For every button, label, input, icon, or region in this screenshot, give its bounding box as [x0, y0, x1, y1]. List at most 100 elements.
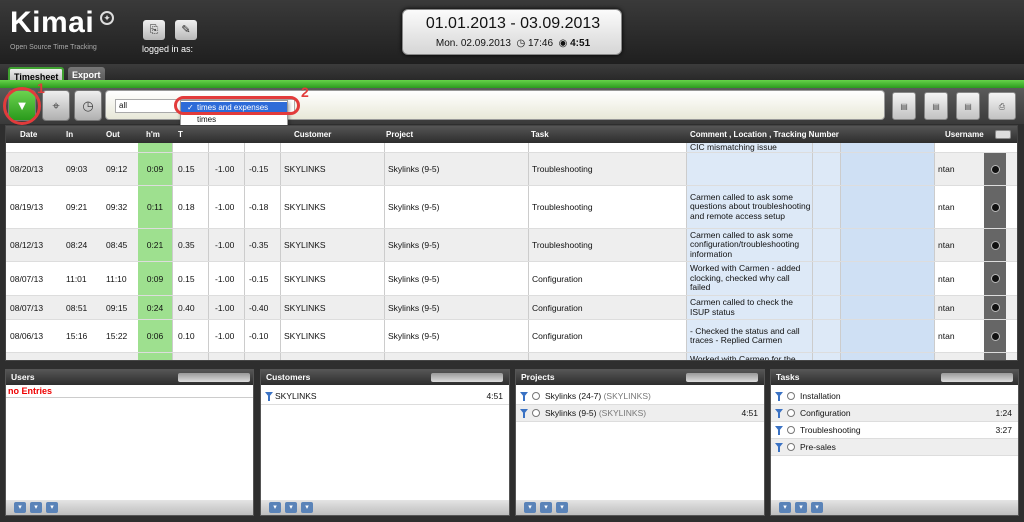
item-time: 4:51 [741, 408, 758, 418]
export-csv-icon[interactable]: ▤ [956, 92, 980, 120]
annotation-number-2: 2 [301, 84, 309, 100]
list-item[interactable]: SKYLINKS 4:51 [261, 388, 509, 405]
tasks-filter-icon-3[interactable]: ▾ [811, 502, 823, 513]
col-project[interactable]: Project [386, 126, 466, 143]
location-button[interactable]: ⌖ [42, 90, 70, 121]
filter-funnel-icon[interactable] [775, 443, 783, 452]
customers-filter-icon-3[interactable]: ▾ [301, 502, 313, 513]
table-row[interactable]: 08/07/13 11:01 11:10 0:09 0.15 -1.00 -0.15 SKYL… [6, 262, 1017, 296]
cell-action[interactable] [984, 229, 1006, 261]
col-out[interactable]: Out [106, 126, 136, 143]
customers-filter-icon[interactable]: ▾ [269, 502, 281, 513]
select-radio[interactable] [787, 426, 795, 434]
select-radio[interactable] [532, 392, 540, 400]
cell-amount: -0.18 [244, 186, 280, 228]
cell-action[interactable] [984, 153, 1006, 185]
table-row[interactable]: 08/12/13 08:24 08:45 0:21 0.35 -1.00 -0.35 SKYL… [6, 229, 1017, 262]
filter-funnel-icon[interactable] [520, 409, 528, 418]
list-item[interactable]: Installation [771, 388, 1018, 405]
col-task[interactable]: Task [531, 126, 611, 143]
select-radio[interactable] [787, 443, 795, 451]
col-comment[interactable]: Comment , Location , Tracking Number [690, 126, 890, 143]
cell-t: 0.10 [172, 320, 208, 352]
table-row[interactable]: CIC mismatching issue [6, 143, 1017, 153]
date-range-box[interactable]: 01.01.2013 - 03.09.2013 Mon. 02.09.2013 … [402, 9, 622, 55]
col-t[interactable]: T [178, 126, 188, 143]
users-filter-icon-3[interactable]: ▾ [46, 502, 58, 513]
list-item[interactable]: Pre-sales [771, 439, 1018, 456]
users-search-input[interactable] [178, 373, 250, 382]
users-filter-icon[interactable]: ▾ [14, 502, 26, 513]
annotation-ring-2 [174, 96, 300, 115]
cell-customer [280, 143, 384, 152]
filter-funnel-icon[interactable] [775, 392, 783, 401]
projects-filter-icon-2[interactable]: ▾ [540, 502, 552, 513]
settings-wrench-icon[interactable]: ✎ [175, 20, 197, 40]
record-action-icon[interactable] [991, 360, 1000, 361]
customers-search-input[interactable] [431, 373, 503, 382]
filter-funnel-icon[interactable] [775, 426, 783, 435]
cell-customer: SKYLINKS [280, 262, 384, 295]
cell-project: Skylinks (9-5) [384, 296, 528, 319]
table-row[interactable]: 08/19/13 09:21 09:32 0:11 0.18 -1.00 -0.18 SKYL… [6, 186, 1017, 229]
column-toggle-icon[interactable] [995, 130, 1011, 139]
select-radio[interactable] [787, 392, 795, 400]
item-customer: (SKYLINKS) [596, 408, 647, 418]
list-item[interactable]: Configuration 1:24 [771, 405, 1018, 422]
table-row[interactable]: 08/06/13 15:16 15:22 0:06 0.10 -1.00 -0.10 SKYL… [6, 320, 1017, 353]
col-in[interactable]: In [66, 126, 96, 143]
cell-action[interactable] [984, 262, 1006, 295]
cell-out: 08:45 [106, 240, 128, 250]
preferences-icon[interactable]: ⎘ [143, 20, 165, 40]
cell-in: 08:51 [66, 302, 88, 313]
cell-action[interactable] [984, 320, 1006, 352]
col-customer[interactable]: Customer [294, 126, 374, 143]
cell-hm: 0:09 [138, 153, 172, 185]
projects-filter-icon-3[interactable]: ▾ [556, 502, 568, 513]
option-times[interactable]: times [181, 114, 287, 125]
filter-funnel-icon[interactable] [265, 392, 273, 401]
projects-filter-icon[interactable]: ▾ [524, 502, 536, 513]
record-action-icon[interactable] [990, 240, 1000, 250]
cell-action[interactable] [984, 186, 1006, 228]
col-date[interactable]: Date [20, 126, 50, 143]
export-xls-icon[interactable]: ▤ [924, 92, 948, 120]
cell-action[interactable] [984, 296, 1006, 319]
cell-action[interactable] [984, 353, 1006, 361]
customers-filter-icon-2[interactable]: ▾ [285, 502, 297, 513]
list-item[interactable]: Skylinks (24-7) (SKYLINKS) [516, 388, 764, 405]
table-row[interactable]: 08/07/13 08:51 09:15 0:24 0.40 -1.00 -0.40 SKYL… [6, 296, 1017, 320]
select-radio[interactable] [532, 409, 540, 417]
cell-user: ntan [934, 296, 984, 319]
select-radio[interactable] [787, 409, 795, 417]
projects-search-input[interactable] [686, 373, 758, 382]
cell-blank [812, 153, 840, 185]
record-action-icon[interactable] [990, 331, 1000, 341]
record-action-icon[interactable] [990, 303, 1000, 312]
list-item[interactable]: Troubleshooting 3:27 [771, 422, 1018, 439]
filter-funnel-icon[interactable] [775, 409, 783, 418]
record-action-icon[interactable] [990, 164, 1000, 174]
cell-date: 08/20/13 [10, 164, 44, 174]
filter-funnel-icon[interactable] [520, 392, 528, 401]
users-panel: Users no Entries ▾ ▾ ▾ [5, 369, 254, 516]
record-action-icon[interactable] [990, 274, 1000, 283]
col-username[interactable]: Username [945, 126, 990, 143]
table-row[interactable]: 08/20/13 09:03 09:12 0:09 0.15 -1.00 -0.15 SKYL… [6, 153, 1017, 186]
cell-customer: SKYLINKS [280, 229, 384, 261]
col-hm[interactable]: h'm [146, 126, 170, 143]
date-range[interactable]: 01.01.2013 - 03.09.2013 [403, 15, 623, 33]
export-pdf-icon[interactable]: ▤ [892, 92, 916, 120]
record-action-icon[interactable] [990, 202, 1000, 212]
clock-button[interactable]: ◷ [74, 90, 102, 121]
list-item[interactable]: Skylinks (9-5) (SKYLINKS) 4:51 [516, 405, 764, 422]
tasks-filter-icon-2[interactable]: ▾ [795, 502, 807, 513]
cell-hm: 0:45 [138, 353, 172, 360]
date-info: Mon. 02.09.2013 ◷ 17:46 ◉ 4:51 [403, 38, 623, 49]
cell-comment: Carmen called to check the ISUP status [686, 296, 812, 319]
tasks-filter-icon[interactable]: ▾ [779, 502, 791, 513]
table-row[interactable]: 08/06/1312:2413:090:450.75-1.00-0.75SKYL… [6, 353, 1017, 361]
print-icon[interactable]: ⎙ [988, 92, 1016, 120]
users-filter-icon-2[interactable]: ▾ [30, 502, 42, 513]
tasks-search-input[interactable] [941, 373, 1013, 382]
